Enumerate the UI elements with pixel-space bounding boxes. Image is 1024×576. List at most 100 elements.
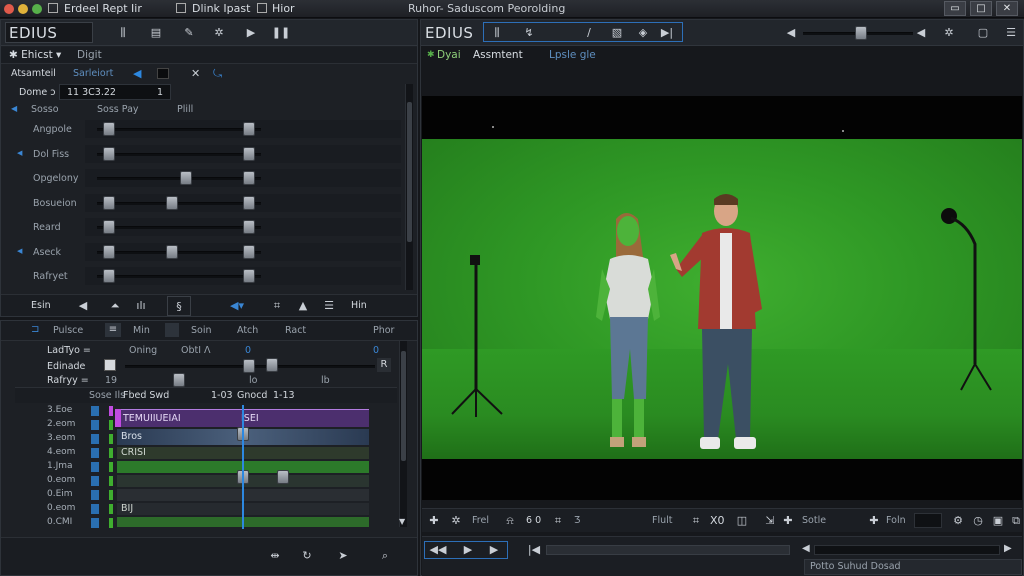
param-slider-knob[interactable] (243, 146, 255, 161)
menu-item-2[interactable]: Dlink Ipast (192, 2, 250, 15)
zoom-slider-knob[interactable] (855, 26, 867, 40)
param-slider-track[interactable] (97, 275, 261, 278)
checkbox-icon[interactable] (104, 359, 116, 371)
color-swatch-icon[interactable] (157, 68, 169, 79)
param-slider-track[interactable] (97, 128, 261, 131)
expand-arrow-icon[interactable]: ◀ (17, 247, 22, 255)
pause-icon[interactable]: ❚❚ (269, 23, 293, 43)
param-slider-knob[interactable] (103, 269, 115, 283)
param-slider-knob[interactable] (166, 244, 178, 259)
image-icon[interactable]: ▧ (605, 23, 629, 43)
minimize-traffic-icon[interactable] (18, 4, 28, 14)
param-slider-knob[interactable] (166, 195, 178, 210)
loop-icon[interactable]: ↻ (295, 546, 319, 566)
param-slider-knob[interactable] (243, 269, 255, 283)
menu-icon[interactable]: ☰ (999, 23, 1023, 43)
param-slider-knob[interactable] (103, 244, 115, 259)
reset-icon[interactable]: ⤿ (213, 67, 222, 81)
menu-icon[interactable]: ≡ (105, 323, 121, 337)
rewind-icon[interactable]: ◀◀ (426, 540, 450, 560)
timeline-scrollbar[interactable] (399, 341, 407, 527)
timeline-scroll-thumb[interactable] (401, 351, 406, 461)
minimize-button[interactable]: ▭ (944, 1, 966, 16)
close-button[interactable]: ✕ (996, 1, 1018, 16)
maximize-button[interactable]: □ (970, 1, 992, 16)
param-slider-track[interactable] (97, 250, 261, 254)
param-slider-knob[interactable] (243, 244, 255, 259)
track-toggle-icon[interactable] (91, 420, 99, 430)
row-2-slider-knob-a[interactable] (243, 359, 255, 373)
setting-row-2-v4[interactable]: R (377, 358, 391, 372)
zoom-traffic-icon[interactable] (32, 4, 42, 14)
param-slider-knob[interactable] (243, 220, 255, 234)
split-icon[interactable]: ⇹ (263, 546, 287, 566)
param-slider-knob[interactable] (243, 122, 255, 136)
swatch-icon[interactable] (165, 323, 179, 337)
play-forward-icon[interactable]: ▶ (482, 540, 506, 560)
timeline-tab-2[interactable]: Min (133, 325, 150, 336)
prev-icon[interactable]: ◀ (779, 23, 803, 43)
layer-icon[interactable]: ◈ (631, 23, 655, 43)
scroll-down-icon[interactable]: ▼ (399, 517, 405, 526)
crop-icon[interactable]: ⌗ (546, 511, 570, 531)
play-icon[interactable]: ▶ (456, 540, 480, 560)
scrub-bar[interactable] (546, 545, 790, 555)
triangle-icon[interactable]: ⏶ (103, 296, 127, 316)
trim-icon[interactable]: ⫼ (485, 23, 509, 43)
param-slider-track[interactable] (97, 201, 261, 205)
scrub-left-icon[interactable]: ◀ (802, 543, 810, 554)
close-small-icon[interactable]: ✕ (191, 67, 200, 80)
preview-window[interactable] (422, 96, 1022, 500)
collapse-icon[interactable]: ◀ (11, 104, 17, 113)
row-3-slider-knob[interactable] (173, 373, 185, 387)
timecode-field[interactable] (914, 513, 942, 528)
speaker-icon[interactable]: ◀ (71, 296, 95, 316)
line-icon[interactable]: ∕ (577, 23, 601, 43)
timeline-tab-5[interactable]: Ract (285, 325, 306, 336)
panel-icon[interactable]: ▢ (971, 23, 995, 43)
keyframe-icon[interactable]: § (167, 296, 191, 316)
timeline-icon[interactable]: ⊐ (31, 324, 39, 335)
transition-icon[interactable]: ↯ (517, 23, 541, 43)
arrow-left-icon[interactable]: ◀ (133, 67, 141, 80)
timeline-knob-3[interactable] (277, 470, 289, 484)
search-icon[interactable]: ⌕ (373, 546, 397, 566)
timeline-tab-6[interactable]: Phor (373, 325, 394, 336)
param-slider-knob[interactable] (243, 171, 255, 185)
scrub-right-icon[interactable]: ▶ (1004, 543, 1012, 554)
param-scroll-thumb[interactable] (407, 102, 412, 242)
param-scrollbar[interactable] (405, 84, 413, 290)
viewer-tab-assistant[interactable]: Assmtent (473, 49, 523, 61)
close-traffic-icon[interactable] (4, 4, 14, 14)
step-back-icon[interactable]: |◀ (522, 540, 546, 560)
param-slider-track[interactable] (97, 177, 261, 180)
scrub-bar-2[interactable] (814, 545, 1000, 555)
tab-digit[interactable]: Digit (77, 49, 102, 61)
param-slider-knob[interactable] (103, 146, 115, 161)
param-slider-knob[interactable] (103, 122, 115, 136)
viewer-tab-effect[interactable]: Dyai (437, 49, 461, 61)
expand-arrow-icon[interactable]: ◀ (17, 149, 22, 157)
checkbox-icon[interactable] (257, 3, 267, 13)
volume-icon[interactable]: ◀▾ (225, 296, 249, 316)
trim-icon[interactable]: ⫼ (111, 23, 135, 43)
track-toggle-icon[interactable] (91, 504, 99, 514)
gear-icon[interactable]: ✲ (444, 511, 468, 531)
timeline-tab-3[interactable]: Soin (191, 325, 212, 336)
crop-icon[interactable]: ⌗ (265, 296, 289, 316)
menu-item-3[interactable]: Hior (272, 2, 295, 15)
page-icon[interactable]: ▤ (144, 23, 168, 43)
mark-icon[interactable]: ✚ (862, 511, 886, 531)
mark-in-icon[interactable]: ✚ (422, 511, 446, 531)
track-toggle-icon[interactable] (91, 406, 99, 416)
param-slider-knob[interactable] (103, 195, 115, 210)
frame-icon[interactable]: ⌗ (684, 511, 708, 531)
mountain-icon[interactable]: ▲ (291, 296, 315, 316)
checkbox-icon[interactable] (176, 3, 186, 13)
bars-icon[interactable]: ılı (129, 296, 153, 316)
audio-icon[interactable]: ◀ (909, 23, 933, 43)
track-toggle-icon[interactable] (91, 462, 99, 472)
timeline-tab-1[interactable]: Pulsce (53, 325, 83, 336)
param-slider-knob[interactable] (103, 220, 115, 234)
param-slider-knob[interactable] (180, 171, 192, 185)
